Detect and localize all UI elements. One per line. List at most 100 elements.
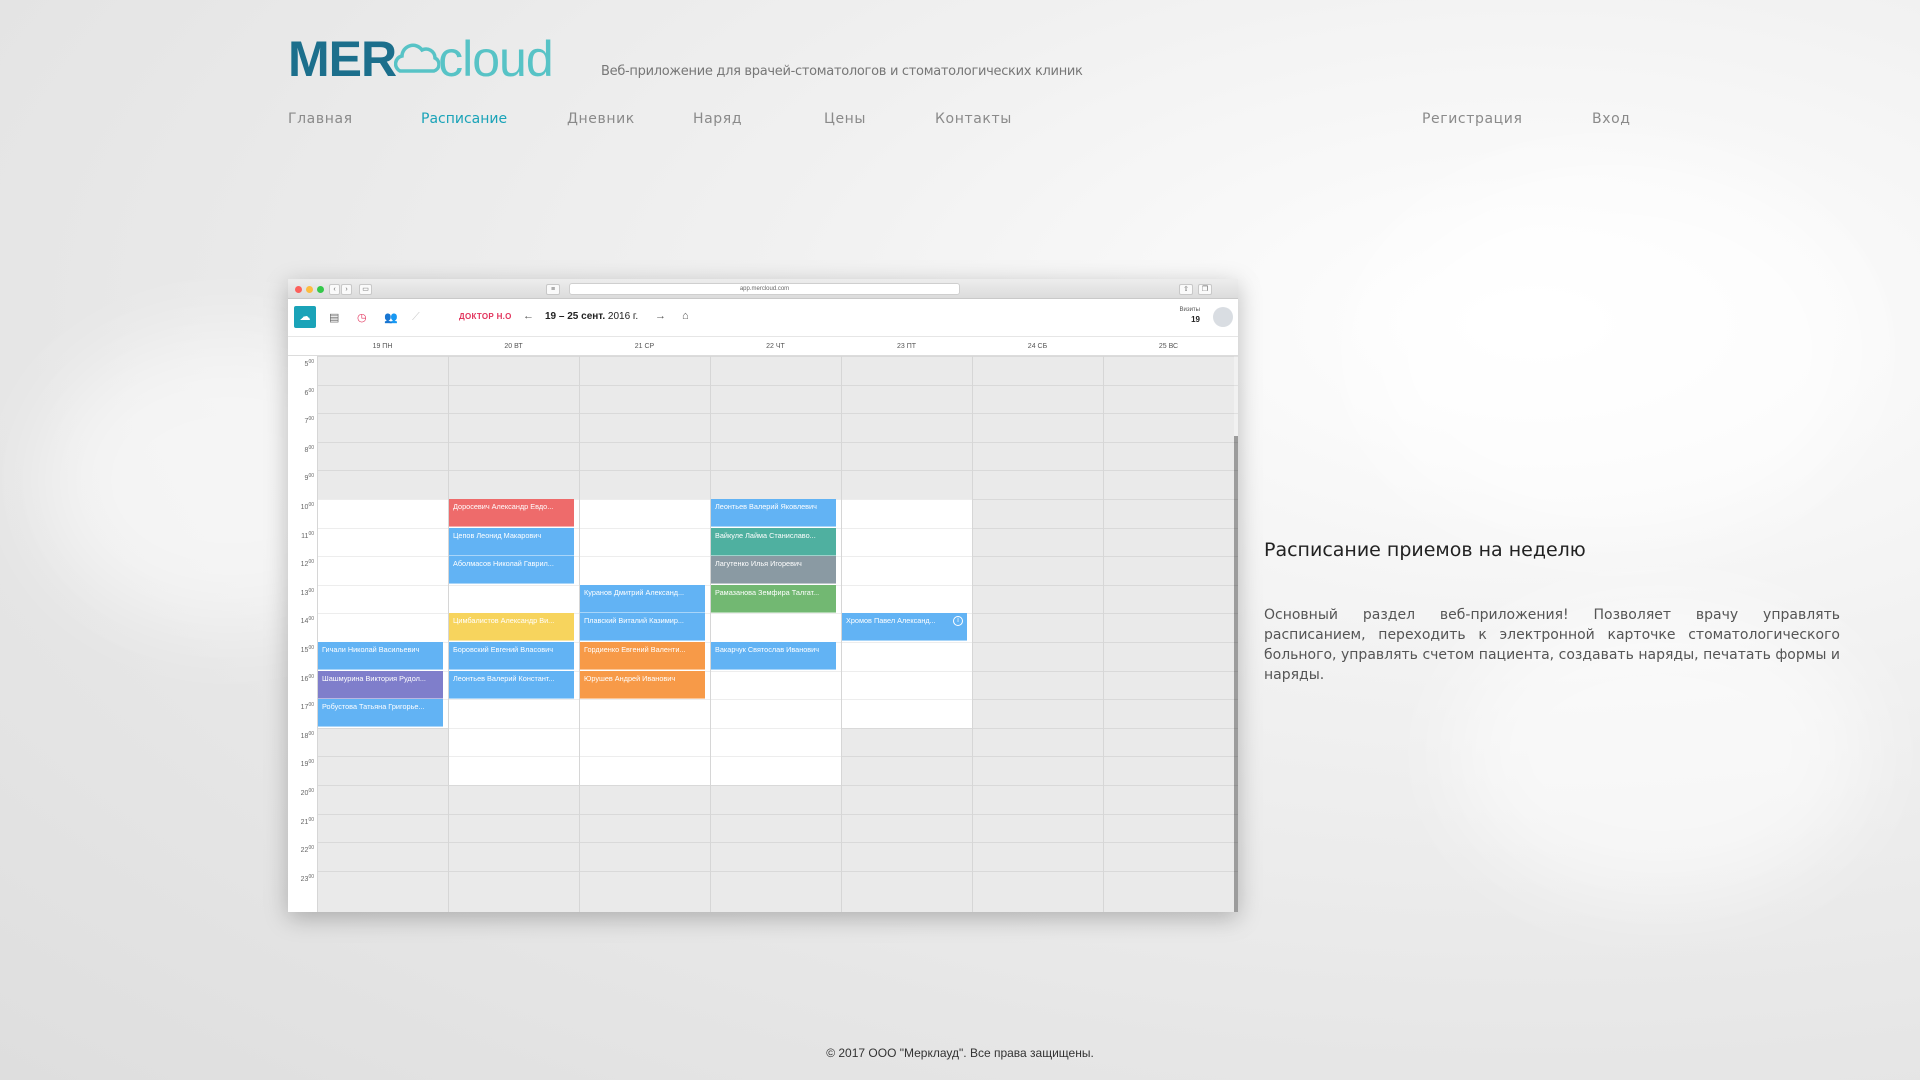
appointment-block[interactable]: Цимбалистов Александр Ви... (449, 613, 574, 642)
app-toolbar: ☁ ▤ ◷ 👥 ⟋ ДОКТОР Н.О ← 19 – 25 сент. 201… (288, 299, 1238, 337)
appointment-patient-name: Куранов Дмитрий Александ... (584, 587, 685, 597)
appointment-block[interactable]: Боровский Евгений Власович (449, 642, 574, 670)
browser-chrome: ‹ › ▭ ≡ app.mercloud.com ⇧ ❐ (288, 279, 1238, 299)
minimize-dot-icon (306, 286, 313, 293)
chart-icon: ⟋ (412, 311, 420, 323)
appointment-block[interactable]: Куранов Дмитрий Александ... (580, 584, 705, 613)
appointment-patient-name: Гордиенко Евгений Валенти... (584, 645, 686, 654)
day-label: 21 СР (634, 343, 655, 350)
day-column[interactable] (1103, 356, 1234, 912)
logo-cloud-icon (394, 43, 441, 73)
appointment-patient-name: Гичали Николай Васильевич (322, 645, 420, 654)
tabs-icon: ❐ (1198, 284, 1212, 295)
appointment-block[interactable]: Робустова Татьяна Григорье... (318, 699, 443, 728)
nav-diary[interactable]: Дневник (567, 111, 635, 127)
hour-label: 700 (304, 416, 314, 426)
date-range: 19 – 25 сент. 2016 г. (545, 311, 638, 322)
hour-label: 900 (304, 473, 314, 483)
reader-icon: ≡ (546, 284, 560, 295)
hour-label: 1200 (300, 559, 314, 569)
appointment-block[interactable]: Лагутенко Илья Игоревич (711, 556, 836, 585)
logo-mer-text: MER (288, 31, 397, 87)
background-cloud (1350, 160, 1870, 540)
app-cloud-icon: ☁ (294, 306, 316, 328)
appointment-block[interactable]: Рамазанова Земфира Талгат... (711, 584, 836, 613)
people-icon: 👥 (384, 312, 398, 324)
day-column[interactable] (710, 356, 841, 912)
day-label: 23 ПТ (896, 343, 917, 350)
logo[interactable]: MER cloud (288, 31, 554, 87)
nav-contacts[interactable]: Контакты (935, 111, 1012, 127)
nav-home[interactable]: Главная (288, 111, 353, 127)
appointment-patient-name: Вайкуле Лайма Станиславо... (715, 530, 816, 540)
appointment-block[interactable]: Гичали Николай Васильевич (318, 642, 443, 670)
appointment-patient-name: Леонтьев Валерий Яковлевич (715, 502, 817, 511)
appointment-block[interactable]: Гордиенко Евгений Валенти... (580, 642, 705, 670)
day-header: 19 ПН 20 ВТ 21 СР 22 ЧТ 23 ПТ 24 СБ 25 ВС (288, 338, 1238, 356)
day-label: 20 ВТ (504, 343, 523, 350)
forward-icon: › (341, 284, 352, 295)
tagline: Веб-приложение для врачей-стоматологов и… (601, 64, 1083, 79)
appointment-patient-name: Доросевич Александр Евдо... (453, 502, 554, 511)
hour-label: 1500 (300, 645, 314, 654)
appointment-patient-name: Цепов Леонид Макарович (453, 530, 542, 540)
app-screenshot: ‹ › ▭ ≡ app.mercloud.com ⇧ ❐ ☁ ▤ ◷ 👥 ⟋ Д… (288, 279, 1238, 912)
appointment-patient-name: Леонтьев Валерий Констант... (453, 673, 555, 683)
visits-label: Визиты (1179, 307, 1200, 313)
feature-title: Расписание приемов на неделю (1264, 539, 1586, 561)
date-range-days: 19 – 25 сент. (545, 311, 606, 322)
hour-label: 1400 (300, 616, 314, 626)
day-label: 25 ВС (1158, 343, 1179, 350)
back-icon: ‹ (329, 284, 340, 295)
nav-order[interactable]: Наряд (693, 111, 742, 127)
day-label: 22 ЧТ (766, 343, 785, 350)
maximize-dot-icon (317, 286, 324, 293)
appointment-patient-name: Вакарчук Святослав Иванович (715, 645, 820, 654)
nav-prices[interactable]: Цены (824, 111, 866, 127)
appointment-block[interactable]: Хромов Павел Александ... i (842, 613, 967, 642)
nav-login[interactable]: Вход (1592, 111, 1631, 127)
next-week-icon: → (655, 310, 666, 322)
appointment-block[interactable]: Юрушев Андрей Иванович (580, 670, 705, 699)
appointment-patient-name: Робустова Татьяна Григорье... (322, 702, 425, 712)
appointment-patient-name: Лагутенко Илья Игоревич (715, 559, 802, 569)
main-nav: Главная Расписание Дневник Наряд Цены Ко… (0, 111, 1920, 131)
scrollbar (1234, 356, 1238, 912)
appointment-patient-name: Шашмурина Виктория Рудол... (322, 673, 426, 683)
nav-register[interactable]: Регистрация (1422, 111, 1522, 127)
logo-cloud-text: cloud (438, 31, 554, 87)
day-column[interactable] (317, 356, 448, 912)
doctor-label: ДОКТОР Н.О (459, 312, 512, 321)
sidebar-icon: ▭ (359, 284, 372, 295)
hour-label: 1700 (300, 702, 314, 712)
appointment-block[interactable]: Леонтьев Валерий Констант... (449, 670, 574, 699)
appointment-block[interactable]: Доросевич Александр Евдо... (449, 499, 574, 527)
hour-label: 2200 (300, 845, 314, 855)
appointment-block[interactable]: Цепов Леонид Макарович (449, 527, 574, 556)
hour-label: 1000 (300, 502, 314, 511)
appointment-block[interactable]: Плавский Виталий Казимир... (580, 613, 705, 642)
nav-schedule[interactable]: Расписание (421, 111, 507, 127)
calendar-grid: 500 600 700 800 900 1000 1100 1200 1300 1400 1500 1… (288, 356, 1238, 912)
hour-label: 600 (304, 387, 314, 397)
hour-label: 500 (304, 359, 314, 368)
date-range-year: 2016 г. (607, 311, 639, 322)
info-icon[interactable]: i (953, 616, 963, 627)
footer-copyright: © 2017 ООО "Мерклауд". Все права защищен… (826, 1046, 1094, 1060)
appointment-block[interactable]: Шашмурина Виктория Рудол... (318, 670, 443, 699)
appointment-block[interactable]: Вакарчук Святослав Иванович (711, 642, 836, 670)
feature-description: Основный раздел веб-приложения! Позволяе… (1264, 607, 1840, 683)
prev-week-icon: ← (523, 310, 534, 322)
home-icon: ⌂ (682, 310, 689, 322)
url-bar: app.mercloud.com (569, 283, 960, 295)
hour-label: 2000 (300, 788, 314, 797)
folder-icon: ▤ (329, 312, 340, 324)
day-column[interactable] (972, 356, 1103, 912)
hour-label: 1100 (301, 530, 314, 540)
appointment-patient-name: Рамазанова Земфира Талгат... (715, 587, 820, 597)
appointment-block[interactable]: Аболмасов Николай Гаврил... (449, 556, 574, 585)
share-icon: ⇧ (1179, 284, 1193, 295)
appointment-block[interactable]: Леонтьев Валерий Яковлевич (711, 499, 836, 527)
appointment-block[interactable]: Вайкуле Лайма Станиславо... (711, 527, 836, 556)
hour-label: 2300 (300, 873, 314, 883)
